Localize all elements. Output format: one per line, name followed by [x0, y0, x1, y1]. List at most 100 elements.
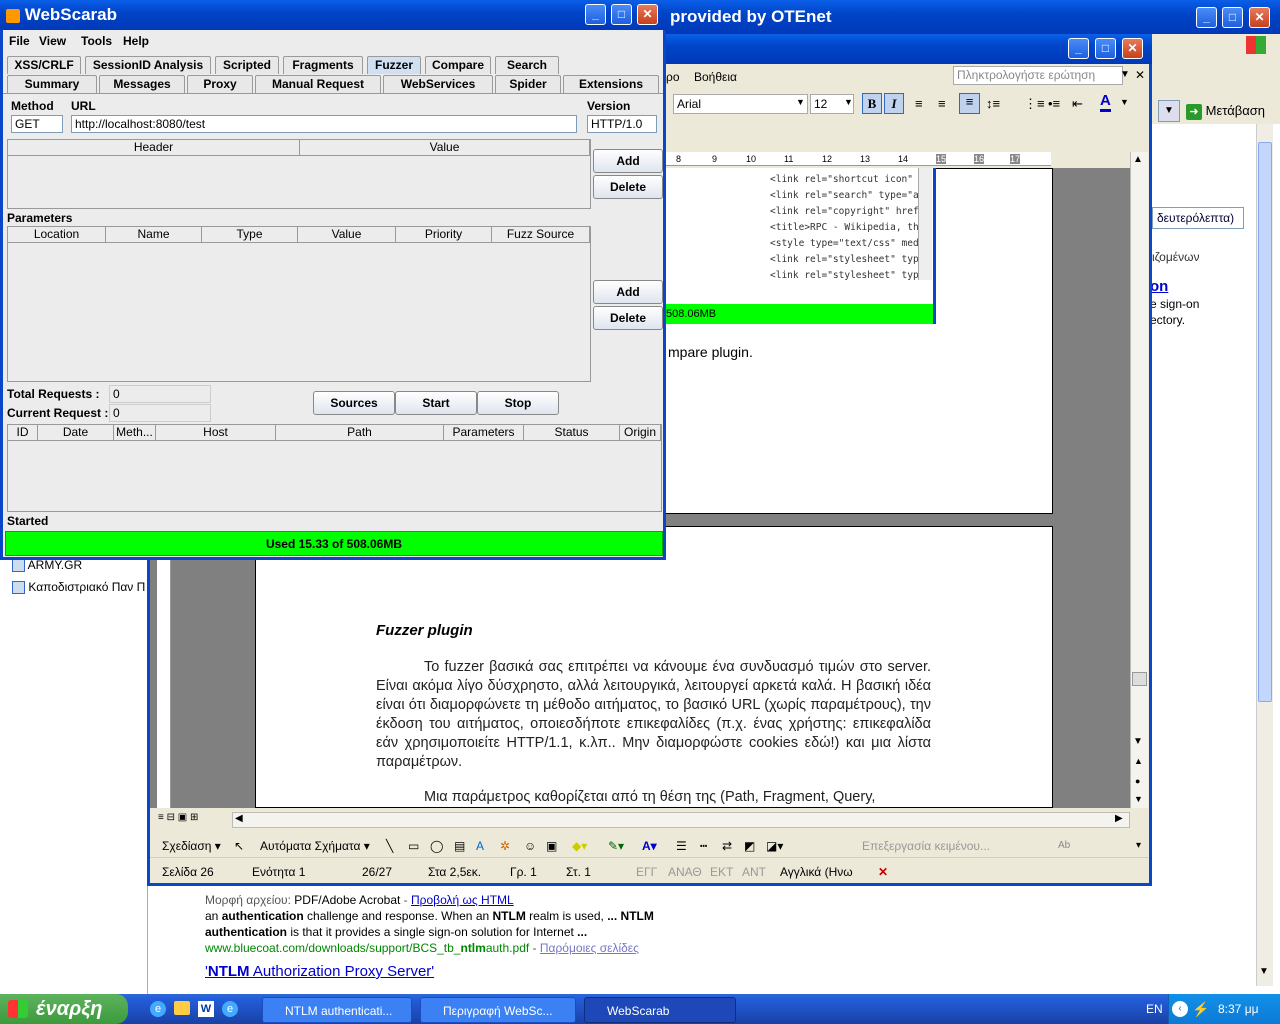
fill-color-icon[interactable]: ◆▾	[572, 836, 587, 856]
result-col-date[interactable]: Date	[38, 425, 114, 441]
ask-question-input[interactable]: Πληκτρολογήστε ερώτηση	[953, 66, 1123, 85]
result-col-method[interactable]: Meth...	[114, 425, 156, 441]
wordart-tool-icon[interactable]: A	[476, 836, 484, 856]
start-button[interactable]: έναρξη	[0, 994, 128, 1024]
similar-pages-link[interactable]: Παρόμοιες σελίδες	[540, 941, 639, 955]
tab-webservices[interactable]: WebServices	[383, 75, 493, 93]
picture-tool-icon[interactable]: ▣	[546, 836, 557, 856]
task-word-document[interactable]: Περιγραφή WebSc...	[420, 997, 576, 1023]
bold-button[interactable]: B	[862, 93, 882, 114]
result-col-host[interactable]: Host	[156, 425, 276, 441]
draw-menu-button[interactable]: Σχεδίαση ▾	[162, 836, 221, 856]
status-trk[interactable]: ΑΝΑΘ	[668, 860, 702, 884]
size-dropdown-icon[interactable]: ▼	[844, 97, 853, 107]
ws-minimize-button[interactable]: _	[585, 4, 606, 25]
task-ntlm-authentication[interactable]: NTLM authenticati...	[262, 997, 412, 1023]
line-style-icon[interactable]: ☰	[676, 836, 687, 856]
decrease-indent-icon[interactable]: ⇤	[1072, 96, 1083, 112]
word-menu-partial[interactable]: ρο	[666, 70, 680, 84]
prev-page-icon[interactable]: ▲	[1134, 756, 1143, 766]
word-vscrollbar[interactable]: ▲ ▼ ▲ ● ▼	[1130, 152, 1148, 808]
stop-button[interactable]: Stop	[477, 391, 559, 415]
more-buttons-icon[interactable]: ▾	[1136, 836, 1141, 856]
tab-manual-request[interactable]: Manual Request	[255, 75, 381, 93]
tab-xss-crlf[interactable]: XSS/CRLF	[7, 56, 81, 74]
param-add-button[interactable]: Add	[593, 280, 663, 304]
favorite-item-army[interactable]: ARMY.GR	[12, 558, 82, 573]
3d-icon[interactable]: ◪▾	[766, 836, 783, 856]
ie-side-link[interactable]: on	[1150, 278, 1168, 295]
align-left-icon[interactable]: ≡	[915, 96, 923, 111]
ws-maximize-button[interactable]: □	[611, 4, 632, 25]
start-button[interactable]: Start	[395, 391, 477, 415]
hscroll-left-icon[interactable]: ◀	[235, 813, 243, 824]
horizontal-ruler[interactable]: 8 9 10 11 12 13 14 15 16 17	[666, 152, 1051, 166]
justify-icon[interactable]: ≡	[959, 93, 980, 114]
scroll-down-arrow-icon[interactable]: ▼	[1133, 736, 1143, 747]
status-ovr[interactable]: ΑΝΤ	[742, 860, 766, 884]
spelling-status-icon[interactable]: ✕	[878, 860, 888, 884]
word-menu-help[interactable]: Βοήθεια	[694, 70, 737, 84]
header-delete-button[interactable]: Delete	[593, 175, 663, 199]
param-col-location[interactable]: Location	[8, 227, 106, 243]
menu-tools[interactable]: Tools	[81, 30, 112, 52]
tab-fuzzer[interactable]: Fuzzer	[367, 56, 421, 74]
browse-object-icon[interactable]: ●	[1135, 776, 1140, 786]
ie-close-button[interactable]: ✕	[1249, 7, 1270, 28]
scroll-up-arrow-icon[interactable]: ▲	[1133, 154, 1143, 165]
tab-summary[interactable]: Summary	[7, 75, 97, 93]
header-table[interactable]: Header Value	[7, 139, 591, 209]
numbering-icon[interactable]: ⋮≡	[1024, 96, 1045, 112]
ie-scroll-down-arrow-icon[interactable]: ▼	[1259, 966, 1269, 977]
align-center-icon[interactable]: ≡	[938, 96, 946, 111]
tab-messages[interactable]: Messages	[99, 75, 185, 93]
quicklaunch-ie2-icon[interactable]: e	[222, 1001, 238, 1017]
param-col-fuzz-source[interactable]: Fuzz Source	[492, 227, 590, 243]
tab-sessionid-analysis[interactable]: SessionID Analysis	[85, 56, 211, 74]
next-page-icon[interactable]: ▼	[1134, 794, 1143, 804]
header-add-button[interactable]: Add	[593, 149, 663, 173]
header-col-header[interactable]: Header	[8, 140, 300, 156]
header-col-value[interactable]: Value	[300, 140, 590, 156]
font-dropdown-icon[interactable]: ▼	[796, 97, 805, 107]
ie-go-button[interactable]: ➜ Μετάβαση	[1186, 100, 1278, 122]
results-table[interactable]: ID Date Meth... Host Path Parameters Sta…	[7, 424, 662, 512]
oval-tool-icon[interactable]: ◯	[430, 836, 443, 856]
param-col-value[interactable]: Value	[298, 227, 396, 243]
ws-close-button[interactable]: ✕	[637, 4, 658, 25]
ask-dropdown-icon[interactable]: ▼	[1120, 69, 1130, 80]
dash-style-icon[interactable]: ┅	[700, 836, 707, 856]
shadow-icon[interactable]: ◩	[744, 836, 755, 856]
ie-minimize-button[interactable]: _	[1196, 7, 1217, 28]
rectangle-tool-icon[interactable]: ▭	[408, 836, 419, 856]
status-ext[interactable]: ΕΚΤ	[710, 860, 733, 884]
tab-scripted[interactable]: Scripted	[215, 56, 279, 74]
tab-search[interactable]: Search	[495, 56, 559, 74]
method-input[interactable]: GET	[11, 115, 63, 133]
quicklaunch-folder-icon[interactable]	[174, 1001, 190, 1015]
word-minimize-button[interactable]: _	[1068, 38, 1089, 59]
hscroll-right-icon[interactable]: ▶	[1115, 813, 1123, 824]
sources-button[interactable]: Sources	[313, 391, 395, 415]
word-hscrollbar[interactable]: ◀ ▶	[232, 812, 1130, 828]
task-webscarab[interactable]: WebScarab	[584, 997, 736, 1023]
result-col-id[interactable]: ID	[8, 425, 38, 441]
next-result-title[interactable]: 'NTLM Authorization Proxy Server'	[205, 964, 765, 980]
word-close-button[interactable]: ✕	[1122, 38, 1143, 59]
ie-scrollbar[interactable]: ▼	[1256, 124, 1273, 986]
quicklaunch-ie-icon[interactable]: e	[150, 1001, 166, 1017]
result-col-origin[interactable]: Origin	[620, 425, 661, 441]
html-view-link[interactable]: Προβολή ως HTML	[411, 893, 514, 907]
menu-view[interactable]: View	[39, 30, 66, 52]
arrow-style-icon[interactable]: ⇄	[722, 836, 732, 856]
tab-spider[interactable]: Spider	[495, 75, 561, 93]
textedit-label[interactable]: Επεξεργασία κειμένου...	[862, 836, 990, 856]
result-col-status[interactable]: Status	[524, 425, 620, 441]
tab-fragments[interactable]: Fragments	[283, 56, 363, 74]
menu-file[interactable]: File	[9, 30, 30, 52]
draw-font-color-icon[interactable]: A▾	[642, 836, 657, 856]
word-scroll-thumb[interactable]	[1132, 672, 1147, 686]
quicklaunch-word-icon[interactable]: W	[198, 1001, 214, 1017]
tab-extensions[interactable]: Extensions	[563, 75, 659, 93]
param-col-name[interactable]: Name	[106, 227, 202, 243]
